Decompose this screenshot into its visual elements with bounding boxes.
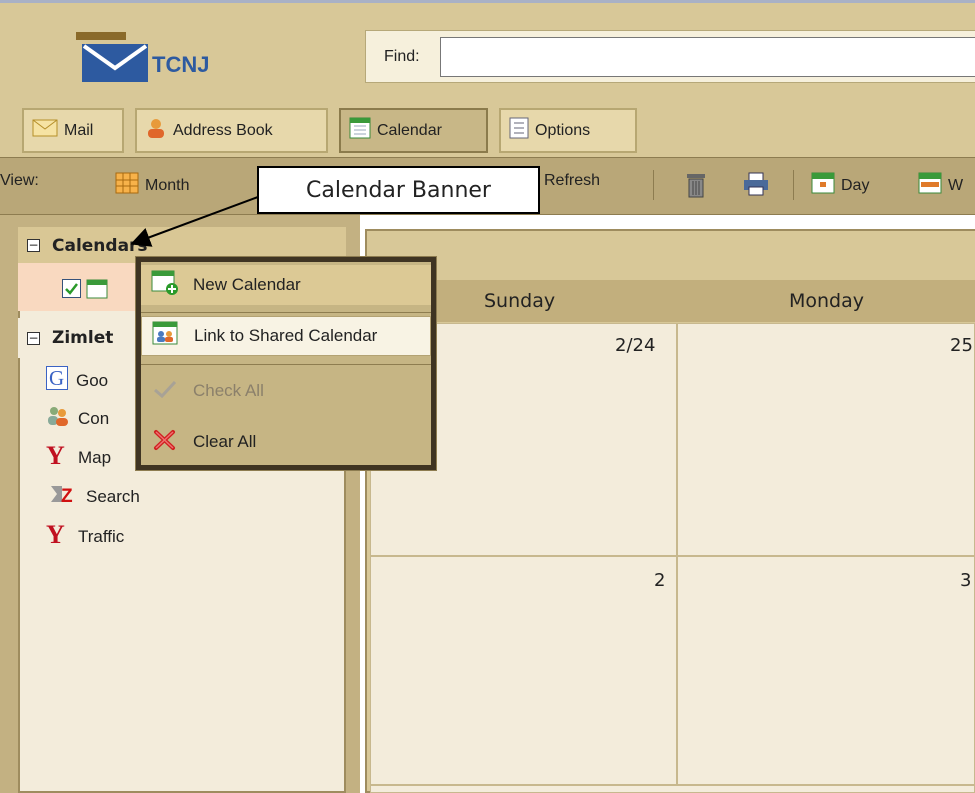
new-calendar-icon [151, 270, 179, 301]
calendar-icon [86, 279, 108, 303]
week-calendar-icon [918, 172, 942, 199]
day-name-monday: Monday [789, 290, 865, 312]
check-all-menu-item[interactable]: Check All [141, 371, 431, 411]
tab-address-book[interactable]: Address Book [135, 108, 328, 153]
toolbar-divider [653, 170, 654, 200]
tab-options[interactable]: Options [499, 108, 637, 153]
contact-icon [145, 117, 167, 144]
options-icon [509, 117, 529, 144]
calendar-day-cell[interactable] [370, 556, 677, 785]
view-label: View: [0, 172, 39, 189]
yahoo-icon: Y [46, 441, 70, 472]
red-x-icon [151, 428, 179, 457]
day-names-header [370, 280, 975, 322]
link-shared-calendar-menu-item[interactable]: Link to Shared Calendar [141, 316, 431, 356]
yahoo-icon: Y [46, 520, 70, 551]
tab-label: Mail [64, 121, 94, 139]
zimlet-item-maps[interactable]: Y Map [46, 441, 112, 472]
zimlet-label: Map [78, 447, 112, 467]
svg-text:G: G [49, 366, 64, 390]
day-label: Day [841, 176, 870, 194]
calendar-day-cell[interactable] [677, 323, 975, 556]
google-icon: G [46, 366, 68, 395]
clear-all-menu-item[interactable]: Clear All [141, 422, 431, 462]
week-view-button[interactable]: W [918, 172, 963, 199]
printer-icon [743, 172, 769, 201]
print-button[interactable] [743, 172, 769, 201]
callout-arrow [130, 196, 259, 247]
zimlet-item-contacts[interactable]: Con [46, 405, 109, 432]
tab-label: Address Book [173, 121, 273, 139]
logo-text: TCNJ [152, 52, 210, 77]
tab-label: Options [535, 121, 591, 139]
week-label: W [948, 176, 964, 194]
month-label: Month [145, 176, 190, 194]
search-zimlet-icon: Z [50, 484, 78, 509]
find-label: Find: [384, 48, 420, 65]
zimlet-item-google[interactable]: G Goo [46, 366, 108, 395]
find-input[interactable] [440, 37, 975, 77]
menu-item-label: Check All [193, 381, 264, 400]
envelope-icon [32, 119, 58, 142]
menu-item-label: Link to Shared Calendar [194, 326, 378, 345]
calendar-day-cell[interactable] [370, 785, 975, 793]
collapse-icon[interactable]: − [27, 332, 40, 345]
day-view-button[interactable]: Day [811, 172, 869, 199]
callout-box: Calendar Banner [257, 166, 540, 214]
refresh-button[interactable]: Refresh [544, 172, 600, 190]
menu-item-label: New Calendar [193, 275, 301, 294]
new-calendar-menu-item[interactable]: New Calendar [141, 265, 431, 305]
contacts-icon [46, 405, 70, 432]
calendar-checkbox[interactable] [62, 279, 81, 298]
zimlet-item-search[interactable]: Z Search [50, 484, 140, 509]
callout-text: Calendar Banner [306, 177, 491, 203]
trash-icon [684, 172, 708, 203]
calendar-icon [349, 117, 371, 144]
zimlet-label: Search [86, 486, 140, 506]
menu-item-label: Clear All [193, 432, 257, 451]
collapse-icon[interactable]: − [27, 239, 40, 252]
menu-divider [141, 364, 431, 365]
day-calendar-icon [811, 172, 835, 199]
shared-calendar-icon [152, 321, 180, 352]
date-label: 2/24 [615, 335, 656, 356]
zimlet-label: Goo [76, 370, 109, 390]
tab-label: Calendar [377, 121, 442, 139]
toolbar-divider [793, 170, 794, 200]
date-label: 2 [654, 570, 666, 591]
tab-mail[interactable]: Mail [22, 108, 124, 153]
tab-calendar[interactable]: Calendar [339, 108, 488, 153]
zimlet-label: Con [78, 408, 110, 428]
svg-text:Y: Y [46, 443, 65, 467]
date-label: 3 [960, 570, 972, 591]
menu-divider [141, 312, 431, 313]
calendar-day-cell[interactable] [677, 556, 975, 785]
tcnj-logo-icon [76, 32, 148, 82]
zimlet-item-traffic[interactable]: Y Traffic [46, 520, 125, 551]
delete-button[interactable] [684, 172, 708, 203]
checkmark-icon [151, 378, 179, 405]
refresh-label: Refresh [544, 172, 601, 189]
day-name-sunday: Sunday [484, 290, 556, 312]
zimlets-heading: Zimlet [52, 328, 114, 348]
svg-text:Z: Z [61, 486, 73, 504]
date-label: 25 [950, 335, 973, 356]
svg-text:Y: Y [46, 522, 65, 546]
zimlet-label: Traffic [78, 526, 125, 546]
